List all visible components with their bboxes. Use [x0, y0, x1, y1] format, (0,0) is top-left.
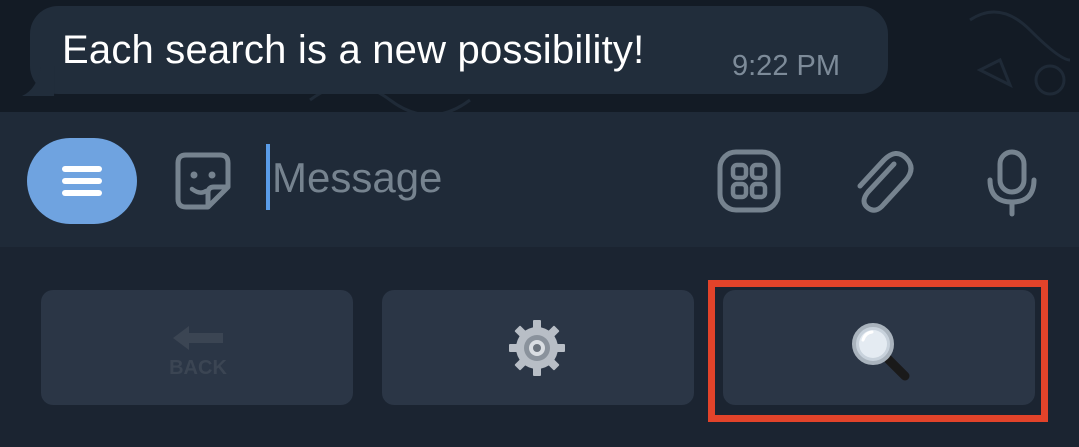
back-arrow-icon: BACK: [169, 326, 227, 378]
message-bubble[interactable]: Each search is a new possibility! 9:22 P…: [30, 6, 888, 94]
keyboard-button-search[interactable]: [723, 290, 1035, 405]
back-label: BACK: [169, 357, 227, 378]
bubble-tail: [21, 66, 55, 96]
gear-icon: [509, 320, 565, 376]
message-composer: [0, 112, 1079, 247]
sticker-icon[interactable]: [170, 149, 236, 215]
message-text: Each search is a new possibility!: [62, 28, 645, 72]
keyboard-button-back[interactable]: BACK: [41, 290, 353, 405]
bot-keyboard: BACK: [0, 247, 1079, 447]
app-grid-icon[interactable]: [716, 148, 782, 214]
chat-area: Each search is a new possibility! 9:22 P…: [0, 0, 1079, 112]
text-caret: [266, 144, 270, 210]
bot-menu-button[interactable]: [27, 138, 137, 224]
microphone-icon[interactable]: [984, 148, 1040, 218]
message-input[interactable]: [272, 150, 692, 206]
message-time: 9:22 PM: [732, 50, 840, 82]
wallpaper-doodle: [969, 10, 1071, 96]
magnifier-icon: [852, 323, 910, 381]
keyboard-button-settings[interactable]: [382, 290, 694, 405]
paperclip-icon[interactable]: [850, 146, 916, 218]
